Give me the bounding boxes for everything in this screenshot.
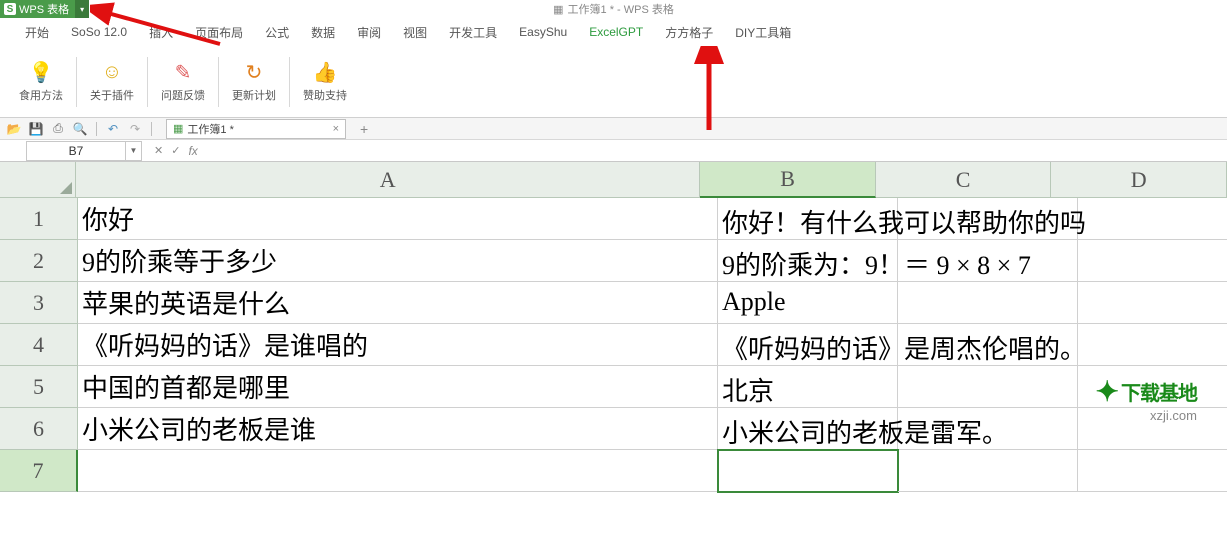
menu-页面布局[interactable]: 页面布局 bbox=[184, 24, 254, 41]
cell-C5[interactable] bbox=[898, 366, 1078, 408]
select-all-corner[interactable] bbox=[0, 162, 76, 198]
new-tab-button[interactable]: + bbox=[360, 121, 368, 137]
cell-D2[interactable] bbox=[1078, 240, 1227, 282]
col-header-D[interactable]: D bbox=[1051, 162, 1227, 198]
ribbon-更新计划[interactable]: ↻ 更新计划 bbox=[223, 51, 285, 113]
menu-bar: 开始SoSo 12.0插入页面布局公式数据审阅视图开发工具EasyShuExce… bbox=[0, 18, 1227, 46]
spreadsheet-grid[interactable]: ABCD1你好你好！有什么我可以帮助你的吗29的阶乘等于多少9的阶乘为：9！＝ … bbox=[0, 162, 1227, 492]
cell-C3[interactable] bbox=[898, 282, 1078, 324]
cancel-icon[interactable]: ✕ bbox=[154, 144, 163, 157]
row-header-1[interactable]: 1 bbox=[0, 198, 78, 240]
cell-A5[interactable]: 中国的首都是哪里 bbox=[78, 366, 718, 408]
cell-D4[interactable] bbox=[1078, 324, 1227, 366]
redo-icon[interactable]: ↷ bbox=[127, 121, 143, 137]
ribbon-赞助支持[interactable]: 👍 赞助支持 bbox=[294, 51, 356, 113]
app-name: WPS 表格 bbox=[19, 1, 69, 17]
ribbon-label: 更新计划 bbox=[232, 87, 276, 103]
menu-视图[interactable]: 视图 bbox=[392, 24, 438, 41]
ribbon-icon: 💡 bbox=[29, 60, 53, 84]
ribbon-label: 赞助支持 bbox=[303, 87, 347, 103]
doc-tab-icon: ▦ bbox=[173, 122, 183, 135]
cell-D7[interactable] bbox=[1078, 450, 1227, 492]
cell-A4[interactable]: 《听妈妈的话》是谁唱的 bbox=[78, 324, 718, 366]
name-box[interactable]: B7 bbox=[26, 141, 126, 161]
cell-D3[interactable] bbox=[1078, 282, 1227, 324]
print-preview-icon[interactable]: 🔍 bbox=[72, 121, 88, 137]
col-header-B[interactable]: B bbox=[700, 162, 876, 198]
menu-方方格子[interactable]: 方方格子 bbox=[654, 24, 724, 41]
row-header-5[interactable]: 5 bbox=[0, 366, 78, 408]
menu-开始[interactable]: 开始 bbox=[14, 24, 60, 41]
cell-C6[interactable] bbox=[898, 408, 1078, 450]
cell-C2[interactable] bbox=[898, 240, 1078, 282]
cell-B1[interactable] bbox=[718, 198, 898, 240]
ribbon-label: 食用方法 bbox=[19, 87, 63, 103]
menu-数据[interactable]: 数据 bbox=[300, 24, 346, 41]
doc-tab-label: 工作簿1 * bbox=[187, 121, 233, 137]
ribbon: 💡 食用方法 ☺ 关于插件 ✎ 问题反馈 ↻ 更新计划 👍 赞助支持 bbox=[0, 46, 1227, 118]
cell-D1[interactable] bbox=[1078, 198, 1227, 240]
app-badge[interactable]: S WPS 表格 bbox=[0, 0, 75, 18]
confirm-icon[interactable]: ✓ bbox=[171, 144, 180, 157]
cell-D6[interactable] bbox=[1078, 408, 1227, 450]
cell-A7[interactable] bbox=[78, 450, 718, 492]
cell-A3[interactable]: 苹果的英语是什么 bbox=[78, 282, 718, 324]
cell-C7[interactable] bbox=[898, 450, 1078, 492]
ribbon-label: 问题反馈 bbox=[161, 87, 205, 103]
ribbon-icon: ☺ bbox=[100, 60, 124, 84]
cell-A1[interactable]: 你好 bbox=[78, 198, 718, 240]
cell-B7[interactable] bbox=[718, 450, 898, 492]
app-menu-dropdown[interactable]: ▾ bbox=[75, 0, 89, 18]
cell-C1[interactable] bbox=[898, 198, 1078, 240]
fx-label[interactable]: fx bbox=[188, 144, 197, 158]
cell-D5[interactable] bbox=[1078, 366, 1227, 408]
ribbon-食用方法[interactable]: 💡 食用方法 bbox=[10, 51, 72, 113]
close-tab-icon[interactable]: × bbox=[333, 123, 339, 135]
cell-B6[interactable] bbox=[718, 408, 898, 450]
title-bar: S WPS 表格 ▾ ▦ 工作簿1 * - WPS 表格 bbox=[0, 0, 1227, 18]
menu-diy工具箱[interactable]: DIY工具箱 bbox=[724, 24, 802, 41]
menu-soso 12.0[interactable]: SoSo 12.0 bbox=[60, 25, 138, 39]
undo-icon[interactable]: ↶ bbox=[105, 121, 121, 137]
separator bbox=[151, 122, 152, 136]
menu-开发工具[interactable]: 开发工具 bbox=[438, 24, 508, 41]
open-icon[interactable]: 📂 bbox=[6, 121, 22, 137]
doc-icon: ▦ bbox=[553, 3, 563, 16]
cell-B2[interactable] bbox=[718, 240, 898, 282]
print-icon[interactable]: ⎙ bbox=[50, 121, 66, 137]
cell-B5[interactable] bbox=[718, 366, 898, 408]
cell-A6[interactable]: 小米公司的老板是谁 bbox=[78, 408, 718, 450]
col-header-C[interactable]: C bbox=[876, 162, 1052, 198]
ribbon-icon: ↻ bbox=[242, 60, 266, 84]
window-title: ▦ 工作簿1 * - WPS 表格 bbox=[553, 1, 674, 17]
row-header-2[interactable]: 2 bbox=[0, 240, 78, 282]
name-box-dropdown[interactable]: ▼ bbox=[126, 141, 142, 161]
menu-excelgpt[interactable]: ExcelGPT bbox=[578, 25, 654, 39]
document-tab[interactable]: ▦ 工作簿1 * × bbox=[166, 119, 346, 139]
ribbon-关于插件[interactable]: ☺ 关于插件 bbox=[81, 51, 143, 113]
row-header-6[interactable]: 6 bbox=[0, 408, 78, 450]
app-logo-icon: S bbox=[4, 3, 16, 15]
cell-A2[interactable]: 9的阶乘等于多少 bbox=[78, 240, 718, 282]
formula-bar: B7 ▼ ✕ ✓ fx bbox=[0, 140, 1227, 162]
cell-C4[interactable] bbox=[898, 324, 1078, 366]
menu-审阅[interactable]: 审阅 bbox=[346, 24, 392, 41]
ribbon-icon: ✎ bbox=[171, 60, 195, 84]
menu-easyshu[interactable]: EasyShu bbox=[508, 25, 578, 39]
row-header-7[interactable]: 7 bbox=[0, 450, 78, 492]
save-icon[interactable]: 💾 bbox=[28, 121, 44, 137]
row-header-4[interactable]: 4 bbox=[0, 324, 78, 366]
col-header-A[interactable]: A bbox=[76, 162, 700, 198]
separator bbox=[96, 122, 97, 136]
cell-B3[interactable] bbox=[718, 282, 898, 324]
ribbon-问题反馈[interactable]: ✎ 问题反馈 bbox=[152, 51, 214, 113]
cell-B4[interactable] bbox=[718, 324, 898, 366]
menu-插入[interactable]: 插入 bbox=[138, 24, 184, 41]
ribbon-label: 关于插件 bbox=[90, 87, 134, 103]
quick-access-toolbar: 📂 💾 ⎙ 🔍 ↶ ↷ ▦ 工作簿1 * × + bbox=[0, 118, 1227, 140]
menu-公式[interactable]: 公式 bbox=[254, 24, 300, 41]
ribbon-icon: 👍 bbox=[313, 60, 337, 84]
row-header-3[interactable]: 3 bbox=[0, 282, 78, 324]
